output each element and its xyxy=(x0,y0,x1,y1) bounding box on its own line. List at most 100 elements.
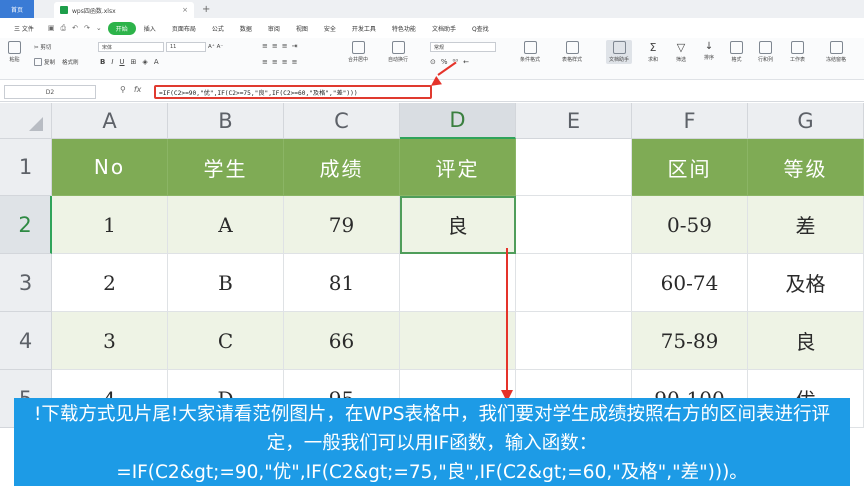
cell-a4[interactable]: 3 xyxy=(52,312,168,370)
sort-button[interactable]: ↓ 排序 xyxy=(704,41,714,61)
cell-f3[interactable]: 60-74 xyxy=(632,254,748,312)
justify-icon[interactable]: ≡ xyxy=(292,58,298,66)
file-tab[interactable]: wps四函数.xlsx × xyxy=(54,2,194,18)
formula-input[interactable]: =IF(C2>=90,"优",IF(C2>=75,"良",IF(C2>=60,"… xyxy=(154,85,432,99)
table-style-button[interactable]: 表格样式 xyxy=(562,41,582,63)
align-middle-icon[interactable]: ≡ xyxy=(272,42,278,50)
cell-c1[interactable]: 成绩 xyxy=(284,139,400,196)
grow-font-icon[interactable]: A⁺ xyxy=(208,44,215,50)
row-col-button[interactable]: 行和列 xyxy=(758,41,773,63)
row-header-4[interactable]: 4 xyxy=(0,312,52,370)
menu-view[interactable]: 视图 xyxy=(288,24,316,33)
menu-formulas[interactable]: 公式 xyxy=(204,24,232,33)
new-tab-button[interactable]: + xyxy=(202,4,210,15)
name-box[interactable]: D2 xyxy=(4,85,96,99)
column-header-g[interactable]: G xyxy=(748,103,864,139)
menu-data[interactable]: 数据 xyxy=(232,24,260,33)
menu-insert[interactable]: 插入 xyxy=(136,24,164,33)
menu-security[interactable]: 安全 xyxy=(316,24,344,33)
worksheet-button[interactable]: 工作表 xyxy=(790,41,805,63)
conditional-format-button[interactable]: 条件格式 xyxy=(520,41,540,63)
cell-g3[interactable]: 及格 xyxy=(748,254,864,312)
row-header-2[interactable]: 2 xyxy=(0,196,52,254)
column-header-f[interactable]: F xyxy=(632,103,748,139)
cell-a3[interactable]: 2 xyxy=(52,254,168,312)
menu-file[interactable]: 三 文件 xyxy=(6,24,42,33)
print-icon[interactable]: ⎙ xyxy=(61,24,67,33)
fill-color-icon[interactable]: ◈ xyxy=(142,58,147,66)
cell-b3[interactable]: B xyxy=(168,254,284,312)
column-header-a[interactable]: A xyxy=(52,103,168,139)
cell-d2[interactable]: 良 xyxy=(400,196,516,254)
column-header-d[interactable]: D xyxy=(400,103,516,139)
menu-doc-helper[interactable]: 文档助手 xyxy=(424,24,464,33)
menu-search[interactable]: Q查找 xyxy=(464,24,497,33)
menu-home[interactable]: 开始 xyxy=(107,21,136,35)
home-tab[interactable]: 首页 xyxy=(0,0,34,18)
cell-b1[interactable]: 学生 xyxy=(168,139,284,196)
doc-helper-button[interactable]: 文档助手 xyxy=(606,40,633,64)
fx-icon[interactable]: fx xyxy=(134,85,142,94)
cell-f1[interactable]: 区间 xyxy=(632,139,748,196)
currency-icon[interactable]: ⊙ xyxy=(430,58,436,66)
cell-e3[interactable] xyxy=(516,254,632,312)
undo-icon[interactable]: ↶ xyxy=(72,24,78,33)
format-painter-button[interactable]: 格式刷 xyxy=(62,58,79,66)
sum-button[interactable]: Σ 求和 xyxy=(648,41,658,63)
indent-icon[interactable]: ⇥ xyxy=(292,42,298,50)
align-center-icon[interactable]: ≡ xyxy=(272,58,278,66)
paste-button[interactable]: 粘贴 xyxy=(8,41,21,63)
wrap-text-button[interactable]: 自动换行 xyxy=(388,41,408,63)
font-color-icon[interactable]: A xyxy=(154,58,159,66)
cell-b4[interactable]: C xyxy=(168,312,284,370)
format-button[interactable]: 格式 xyxy=(730,41,743,63)
cut-button[interactable]: ✂ 剪切 xyxy=(34,43,51,51)
cell-f2[interactable]: 0-59 xyxy=(632,196,748,254)
number-format-select[interactable]: 常规 xyxy=(430,42,496,52)
cell-a2[interactable]: 1 xyxy=(52,196,168,254)
increase-decimal-icon[interactable]: ← xyxy=(463,58,469,66)
cell-d3[interactable] xyxy=(400,254,516,312)
menu-developer[interactable]: 开发工具 xyxy=(344,24,384,33)
cell-e1[interactable] xyxy=(516,139,632,196)
row-header-1[interactable]: 1 xyxy=(0,139,52,196)
row-header-3[interactable]: 3 xyxy=(0,254,52,312)
column-header-e[interactable]: E xyxy=(516,103,632,139)
menu-review[interactable]: 审阅 xyxy=(260,24,288,33)
cell-e2[interactable] xyxy=(516,196,632,254)
menu-features[interactable]: 特色功能 xyxy=(384,24,424,33)
cell-c3[interactable]: 81 xyxy=(284,254,400,312)
align-right-icon[interactable]: ≡ xyxy=(282,58,288,66)
copy-button[interactable]: 复制 xyxy=(34,58,55,66)
cell-g1[interactable]: 等级 xyxy=(748,139,864,196)
merge-center-button[interactable]: 合并居中 xyxy=(348,41,368,63)
cell-d1[interactable]: 评定 xyxy=(400,139,516,196)
border-icon[interactable]: ⊞ xyxy=(131,58,137,66)
cell-b2[interactable]: A xyxy=(168,196,284,254)
align-bottom-icon[interactable]: ≡ xyxy=(282,42,288,50)
cell-c4[interactable]: 66 xyxy=(284,312,400,370)
align-top-icon[interactable]: ≡ xyxy=(262,42,268,50)
font-size-select[interactable]: 11 xyxy=(166,42,206,52)
cell-c2[interactable]: 79 xyxy=(284,196,400,254)
cell-f4[interactable]: 75-89 xyxy=(632,312,748,370)
cell-g4[interactable]: 良 xyxy=(748,312,864,370)
cell-a1[interactable]: No xyxy=(52,139,168,196)
percent-icon[interactable]: % xyxy=(441,58,448,66)
column-header-c[interactable]: C xyxy=(284,103,400,139)
select-all-corner[interactable] xyxy=(0,103,52,139)
italic-button[interactable]: I xyxy=(111,58,113,66)
bold-button[interactable]: B xyxy=(100,58,105,66)
underline-button[interactable]: U xyxy=(119,58,124,66)
cell-d4[interactable] xyxy=(400,312,516,370)
column-header-b[interactable]: B xyxy=(168,103,284,139)
cell-g2[interactable]: 差 xyxy=(748,196,864,254)
save-icon[interactable]: ▣ xyxy=(48,24,55,33)
close-icon[interactable]: × xyxy=(182,6,188,14)
menu-page-layout[interactable]: 页面布局 xyxy=(164,24,204,33)
freeze-panes-button[interactable]: 冻结窗格 xyxy=(826,41,846,63)
font-name-select[interactable]: 宋体 xyxy=(98,42,164,52)
filter-button[interactable]: ▽ 筛选 xyxy=(676,41,686,63)
zoom-icon[interactable]: ⚲ xyxy=(120,85,126,94)
more-icon[interactable]: ⌄ xyxy=(96,24,102,33)
